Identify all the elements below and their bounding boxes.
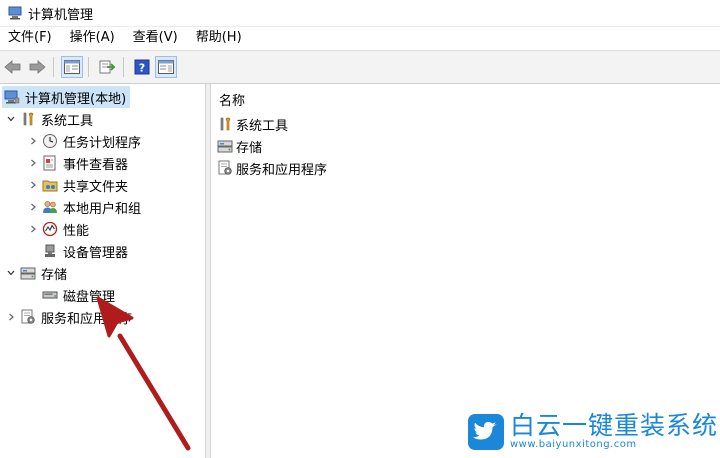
- toolbar: ?: [0, 50, 720, 84]
- services-icon: [217, 160, 233, 176]
- show-hide-tree-button[interactable]: [61, 56, 83, 78]
- tree-item-label: 性能: [63, 223, 90, 239]
- storage-icon: [20, 265, 36, 281]
- computer-management-icon: [4, 89, 20, 105]
- chevron-right-icon[interactable]: [26, 222, 40, 236]
- performance-icon: [42, 221, 58, 237]
- chevron-down-icon[interactable]: [4, 112, 18, 126]
- system-tools-icon: [20, 111, 36, 127]
- help-icon: ?: [134, 59, 150, 75]
- menu-help[interactable]: 帮助(H): [187, 27, 251, 49]
- tree-item-label: 设备管理器: [63, 245, 129, 261]
- tree-item-label: 系统工具: [41, 113, 94, 129]
- tree-item-label: 计算机管理(本地): [25, 91, 127, 107]
- tree-item-disk-management[interactable]: 磁盘管理: [40, 284, 115, 306]
- title-bar: 计算机管理: [0, 0, 720, 27]
- menu-file[interactable]: 文件(F): [0, 27, 61, 49]
- storage-icon: [217, 138, 233, 154]
- watermark: 白云一键重装系统 www.baiyunxitong.com: [468, 410, 718, 454]
- tree-item-storage[interactable]: 存储: [4, 262, 67, 284]
- tree-item-services-apps[interactable]: 服务和应用程序: [4, 306, 132, 328]
- tree-item-label: 任务计划程序: [63, 135, 142, 151]
- system-tools-icon: [217, 116, 233, 132]
- window-title: 计算机管理: [28, 7, 94, 23]
- show-action-pane-icon: [158, 60, 174, 74]
- console-tree: 计算机管理(本地) 系统工具 任务计划程序 事件查看器 共享文件夹 本地用户和组…: [0, 84, 205, 458]
- toolbar-separator: [88, 57, 89, 77]
- svg-text:?: ?: [139, 62, 145, 75]
- forward-icon: [29, 60, 46, 74]
- list-item-label: 系统工具: [236, 118, 289, 134]
- column-header-name[interactable]: 名称: [219, 90, 245, 109]
- list-item[interactable]: 系统工具: [217, 113, 288, 135]
- tree-item-label: 存储: [41, 267, 68, 283]
- tree-item-task-scheduler[interactable]: 任务计划程序: [26, 130, 141, 152]
- tree-item-performance[interactable]: 性能: [26, 218, 89, 240]
- help-button[interactable]: ?: [131, 56, 153, 78]
- list-item[interactable]: 存储: [217, 135, 262, 157]
- chevron-right-icon[interactable]: [26, 156, 40, 170]
- menu-bar: 文件(F) 操作(A) 查看(V) 帮助(H): [0, 27, 720, 49]
- menu-action[interactable]: 操作(A): [61, 27, 124, 49]
- watermark-url: www.baiyunxitong.com: [510, 439, 637, 450]
- list-item[interactable]: 服务和应用程序: [217, 157, 327, 179]
- show-tree-icon: [64, 60, 80, 74]
- toolbar-separator: [123, 57, 124, 77]
- export-list-button[interactable]: [96, 56, 118, 78]
- export-list-icon: [99, 60, 115, 74]
- clock-icon: [42, 133, 58, 149]
- back-button[interactable]: [2, 56, 24, 78]
- tree-item-device-manager[interactable]: 设备管理器: [40, 240, 128, 262]
- chevron-right-icon[interactable]: [4, 310, 18, 324]
- tree-item-root[interactable]: 计算机管理(本地): [2, 86, 131, 108]
- computer-management-icon: [8, 6, 22, 20]
- forward-button[interactable]: [26, 56, 48, 78]
- chevron-down-icon[interactable]: [4, 266, 18, 280]
- bird-logo-icon: [468, 414, 504, 450]
- chevron-right-icon[interactable]: [26, 178, 40, 192]
- device-manager-icon: [42, 243, 58, 259]
- toolbar-separator: [53, 57, 54, 77]
- tree-item-label: 共享文件夹: [63, 179, 129, 195]
- tree-item-label: 本地用户和组: [63, 201, 142, 217]
- list-item-label: 存储: [236, 140, 263, 156]
- tree-item-event-viewer[interactable]: 事件查看器: [26, 152, 128, 174]
- shared-folder-icon: [42, 177, 58, 193]
- tree-item-shared-folders[interactable]: 共享文件夹: [26, 174, 128, 196]
- menu-view[interactable]: 查看(V): [124, 27, 187, 49]
- tree-item-system-tools[interactable]: 系统工具: [4, 108, 93, 130]
- watermark-title: 白云一键重装系统: [510, 411, 719, 440]
- show-action-pane-button[interactable]: [155, 56, 177, 78]
- disk-icon: [42, 287, 58, 303]
- chevron-right-icon[interactable]: [26, 200, 40, 214]
- services-icon: [20, 309, 36, 325]
- tree-item-local-users[interactable]: 本地用户和组: [26, 196, 141, 218]
- event-viewer-icon: [42, 155, 58, 171]
- users-icon: [42, 199, 58, 215]
- details-pane: 名称 系统工具 存储 服务和应用程序: [211, 84, 720, 458]
- tree-item-label: 服务和应用程序: [41, 311, 133, 327]
- tree-item-label: 磁盘管理: [63, 289, 116, 305]
- back-icon: [4, 60, 21, 74]
- chevron-right-icon[interactable]: [26, 134, 40, 148]
- list-item-label: 服务和应用程序: [236, 162, 328, 178]
- tree-item-label: 事件查看器: [63, 157, 129, 173]
